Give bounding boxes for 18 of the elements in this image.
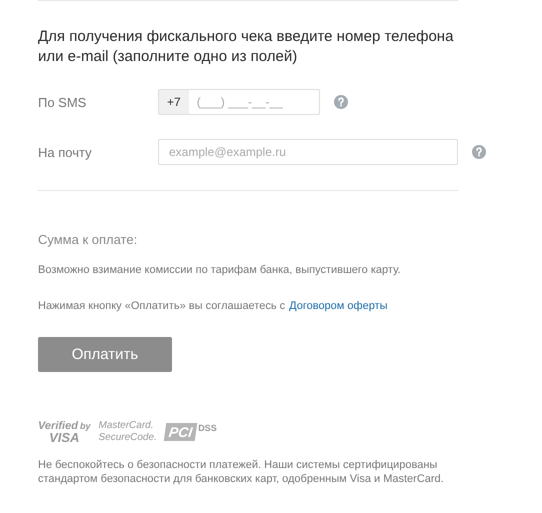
agreement-text: Нажимая кнопку «Оплатить» вы соглашаетесь с	[38, 300, 286, 312]
country-code: +7	[159, 90, 189, 114]
amount-label: Сумма к оплате:	[38, 232, 138, 247]
security-note: Не беспокойтесь о безопасности платежей. Наши системы сертифицированы стандартом безопасности для банковских карт, одобренным Visa и MasterCard.	[38, 458, 445, 486]
verified-by-visa-logo: Verified by VISA	[38, 420, 90, 444]
heading: Для получения фискального чека введите номер телефона или e-mail (заполните одно из полей)	[38, 27, 454, 67]
mastercard-securecode-logo: MasterCard. SecureCode.	[98, 420, 157, 444]
field-label: По SMS	[38, 94, 88, 110]
offer-link[interactable]: Договором оферты	[289, 300, 388, 312]
phone-field[interactable]: +7 (___) ___-__-__	[158, 89, 320, 115]
pay-button[interactable]: Оплатить	[38, 337, 172, 372]
field-label: На почту	[38, 144, 93, 160]
pci-dss-logo: PCI DSS	[164, 423, 217, 441]
help-icon[interactable]	[334, 95, 348, 109]
commission-note: Возможно взимание комиссии по тарифам банка, выпустившего карту.	[38, 264, 402, 276]
phone-input[interactable]: (___) ___-__-__	[188, 95, 319, 109]
help-icon[interactable]	[472, 145, 486, 159]
email-field[interactable]: example@example.ru	[158, 139, 458, 165]
